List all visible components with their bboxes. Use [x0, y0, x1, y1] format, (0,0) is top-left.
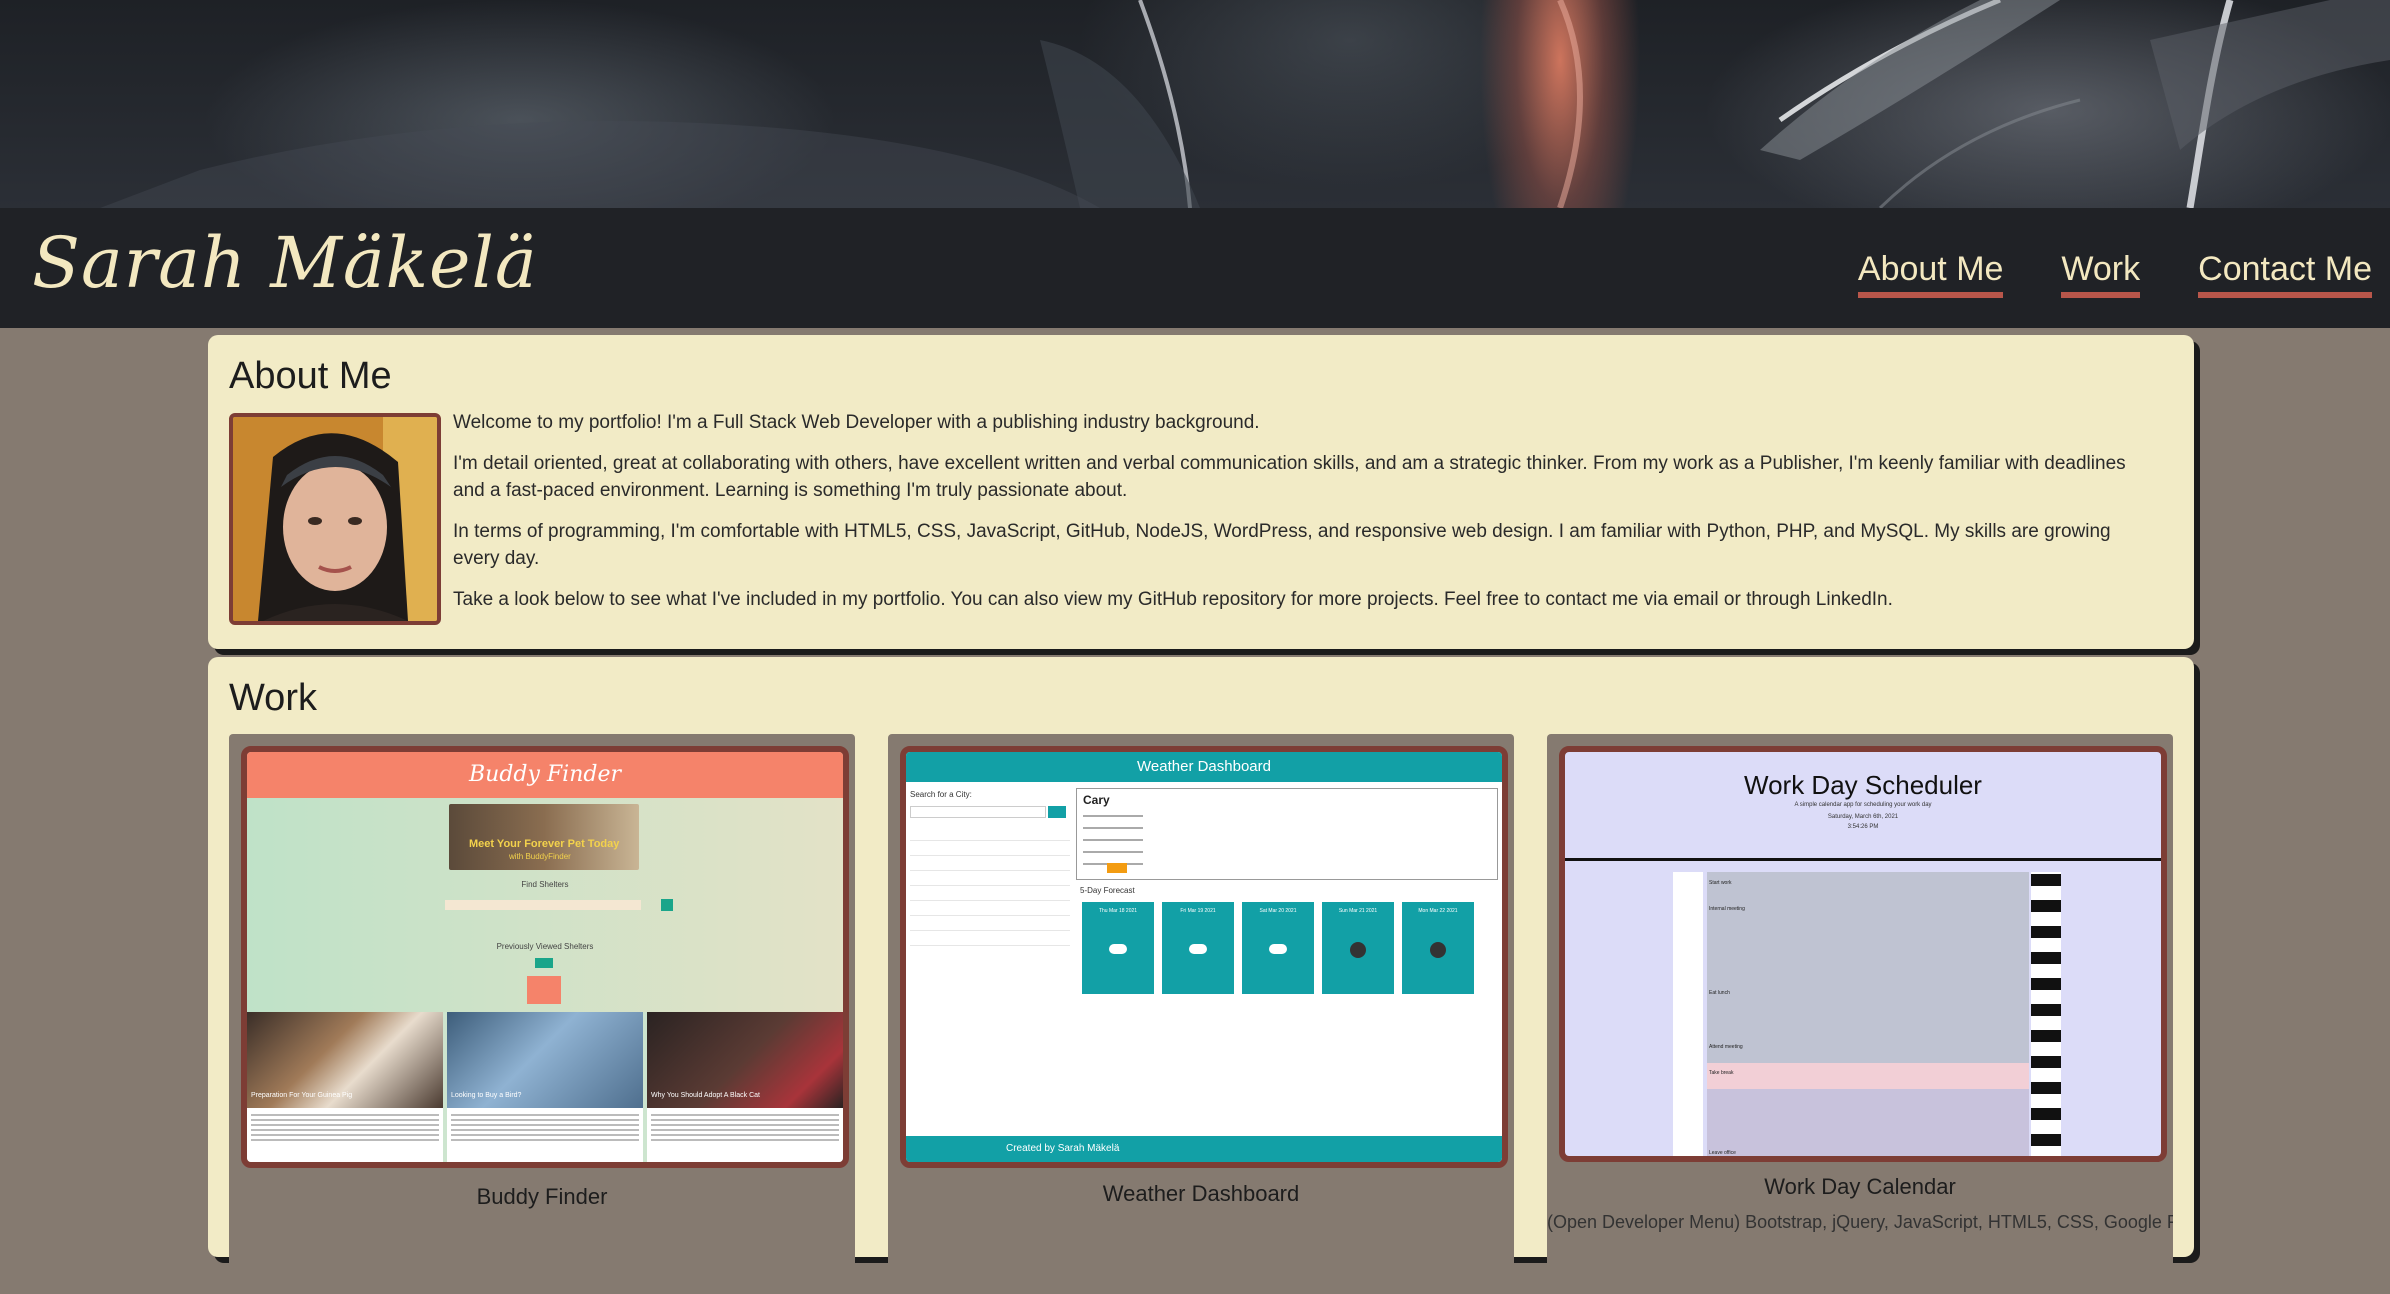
buddy-finder-screenshot[interactable]: Buddy Finder Meet Your Forever Pet Today… — [241, 746, 849, 1168]
mini-header: Work Day Scheduler — [1744, 770, 1982, 800]
about-paragraph: I'm detail oriented, great at collaborat… — [453, 453, 2126, 501]
profile-photo — [229, 413, 441, 625]
mini-article-title: Looking to Buy a Bird? — [451, 1092, 522, 1099]
mini-banner-text: Meet Your Forever Pet Today — [469, 838, 620, 850]
about-text: Welcome to my portfolio! I'm a Full Stac… — [453, 409, 2153, 627]
mini-city-list — [910, 840, 1070, 960]
mini-search-button — [1048, 806, 1066, 818]
mini-header: Buddy Finder — [247, 752, 843, 798]
mini-search-button — [661, 899, 673, 911]
feathers-image — [100, 0, 2390, 208]
mini-forecast-label: 5-Day Forecast — [1080, 886, 1135, 895]
mini-prev-label: Previously Viewed Shelters — [496, 942, 594, 951]
project-subtitle: (Open Developer Menu) Bootstrap, jQuery,… — [1547, 1212, 2173, 1232]
mini-search-box — [445, 900, 641, 910]
mini-pets-banner: Meet Your Forever Pet Today with BuddyFi… — [449, 804, 639, 870]
nav-work[interactable]: Work — [2061, 246, 2141, 298]
mini-article-2: Looking to Buy a Bird? — [447, 1012, 643, 1162]
mini-time-blocks: Start work Internal meeting Eat lunch At… — [1673, 872, 2063, 1156]
weather-dashboard-screenshot[interactable]: Weather Dashboard Search for a City: Car… — [900, 746, 1508, 1168]
project-buddy-finder[interactable]: Buddy Finder Meet Your Forever Pet Today… — [229, 734, 855, 1294]
mini-article-title: Preparation For Your Guinea Pig — [251, 1092, 353, 1099]
project-weather-dashboard[interactable]: Weather Dashboard Search for a City: Car… — [888, 734, 1514, 1294]
mini-divider — [1565, 858, 2161, 861]
work-section: Work Buddy Finder Meet Your Forever Pet … — [208, 657, 2194, 1294]
mini-banner-sub: with BuddyFinder — [509, 852, 571, 861]
mini-clear-button — [535, 958, 553, 968]
project-title[interactable]: Work Day Calendar — [1547, 1174, 2173, 1200]
project-work-day-calendar[interactable]: Work Day Scheduler A simple calendar app… — [1547, 734, 2173, 1294]
mini-find-label: Find Shelters — [521, 880, 569, 889]
mini-forecast-day: Fri Mar 19 2021 — [1162, 902, 1234, 994]
about-paragraph: In terms of programming, I'm comfortable… — [453, 521, 2111, 569]
about-paragraph: Welcome to my portfolio! I'm a Full Stac… — [453, 412, 1260, 433]
mini-article-title: Why You Should Adopt A Black Cat — [651, 1092, 760, 1099]
mini-forecast-day: Sun Mar 21 2021 — [1322, 902, 1394, 994]
mini-forecast-day: Thu Mar 18 2021 — [1082, 902, 1154, 994]
mini-city: Cary — [1083, 793, 1110, 807]
site-header: Sarah Mäkelä About Me Work Contact Me — [0, 208, 2390, 328]
hero-banner — [0, 0, 2390, 208]
about-paragraph: Take a look below to see what I've inclu… — [453, 589, 1893, 610]
mini-current-weather: Cary — [1076, 788, 1498, 880]
mini-search-label: Search for a City: — [910, 790, 972, 799]
mini-footer: Created by Sarah Mäkelä — [906, 1136, 1502, 1162]
mini-article-1: Preparation For Your Guinea Pig — [247, 1012, 443, 1162]
mini-forecast-day: Sat Mar 20 2021 — [1242, 902, 1314, 994]
about-heading: About Me — [229, 355, 392, 397]
main-nav: About Me Work Contact Me — [1857, 246, 2372, 298]
mini-date: Saturday, March 6th, 2021 — [1827, 814, 1899, 820]
work-day-scheduler-screenshot[interactable]: Work Day Scheduler A simple calendar app… — [1559, 746, 2167, 1162]
about-section: About Me Welcome to my portfolio! I'm a … — [208, 335, 2194, 649]
project-title[interactable]: Weather Dashboard — [888, 1181, 1514, 1207]
nav-contact-me[interactable]: Contact Me — [2198, 246, 2372, 298]
work-heading: Work — [229, 677, 317, 719]
mini-city-input — [910, 806, 1046, 818]
mini-tagline: A simple calendar app for scheduling you… — [1794, 802, 1932, 808]
site-name: Sarah Mäkelä — [32, 222, 538, 304]
mini-time: 3:54:26 PM — [1847, 824, 1879, 830]
mini-article-3: Why You Should Adopt A Black Cat — [647, 1012, 843, 1162]
mini-shelter-button — [527, 976, 561, 1004]
nav-about-me[interactable]: About Me — [1857, 246, 2004, 298]
mini-forecast-day: Mon Mar 22 2021 — [1402, 902, 1474, 994]
mini-header: Weather Dashboard — [906, 752, 1502, 782]
project-title[interactable]: Buddy Finder — [229, 1184, 855, 1210]
